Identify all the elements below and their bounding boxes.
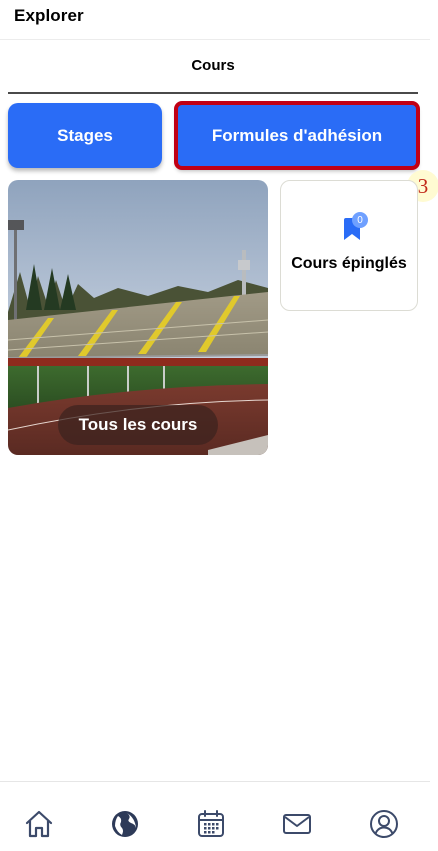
calendar-icon bbox=[198, 810, 224, 837]
nav-home[interactable] bbox=[22, 807, 56, 841]
stages-button[interactable]: Stages bbox=[8, 103, 162, 168]
globe-icon bbox=[112, 811, 138, 837]
tab-bar: Cours bbox=[8, 44, 418, 94]
nav-messages[interactable] bbox=[280, 807, 314, 841]
pinned-courses-label: Cours épinglés bbox=[291, 255, 407, 272]
nav-profile[interactable] bbox=[367, 807, 401, 841]
explorer-screen: Explorer Cours Stages Formules d'adhésio… bbox=[0, 0, 438, 851]
mail-icon bbox=[283, 814, 311, 834]
formules-adhesion-button[interactable]: Formules d'adhésion bbox=[174, 101, 420, 170]
bottom-navigation bbox=[0, 781, 430, 851]
top-header: Explorer bbox=[0, 0, 430, 40]
tab-cours[interactable]: Cours bbox=[8, 57, 418, 74]
all-courses-label[interactable]: Tous les cours bbox=[58, 405, 218, 445]
tab-active-indicator bbox=[8, 92, 418, 94]
page-title: Explorer bbox=[14, 6, 84, 25]
nav-explore[interactable] bbox=[108, 807, 142, 841]
user-icon bbox=[370, 810, 398, 838]
home-icon bbox=[25, 810, 53, 838]
nav-calendar[interactable] bbox=[194, 807, 228, 841]
pinned-courses-card[interactable] bbox=[280, 180, 418, 311]
pinned-count-badge: 0 bbox=[352, 212, 368, 228]
